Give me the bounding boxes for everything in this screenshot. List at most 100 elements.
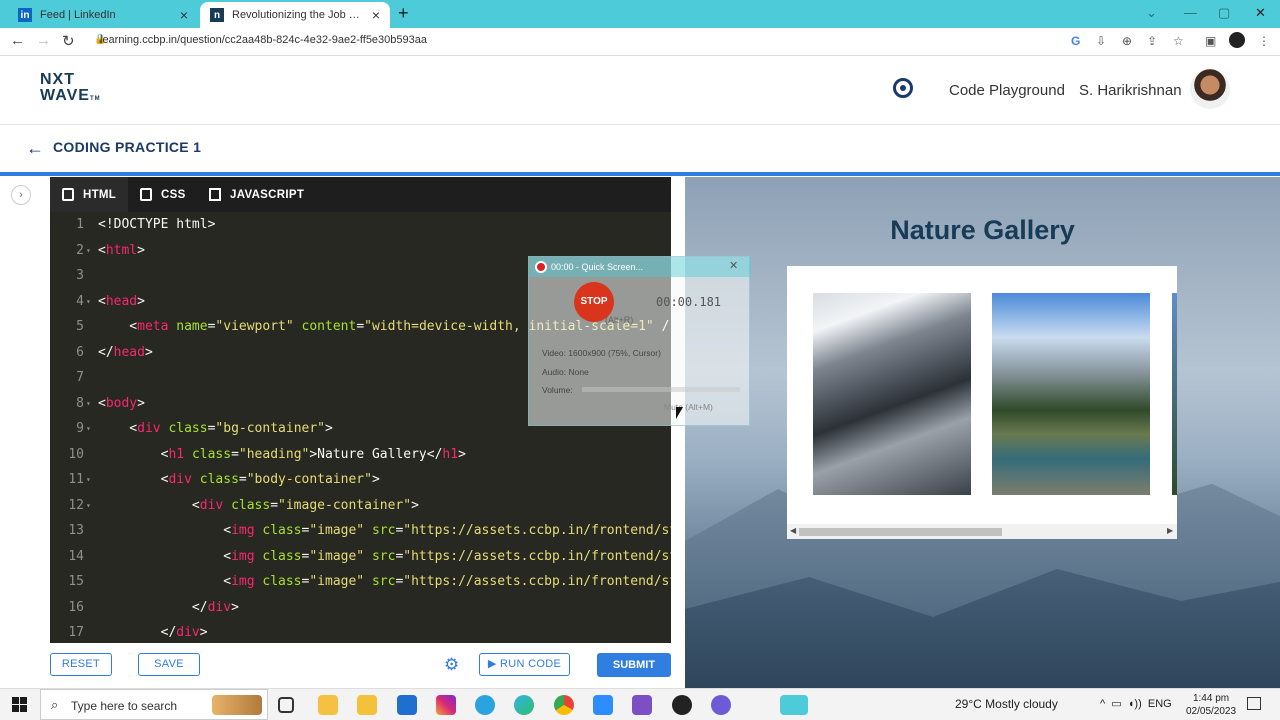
code-line: 11 ▾ <div class="body-container">	[68, 472, 380, 487]
tab-javascript[interactable]: JAVASCRIPT	[209, 177, 339, 212]
recording-time: 00:00.181	[656, 295, 722, 309]
recorder-title[interactable]: 00:00 - Quick Screen...	[529, 257, 751, 277]
task-view-icon[interactable]	[278, 697, 294, 713]
code-line: 1 <!DOCTYPE html>	[76, 217, 216, 232]
back-icon[interactable]: ←	[10, 32, 25, 49]
record-icon	[535, 261, 547, 273]
zoom-app-icon[interactable]	[593, 695, 613, 715]
file-explorer-icon[interactable]	[357, 695, 377, 715]
clock[interactable]: 1:44 pm 02/05/2023	[1186, 692, 1236, 718]
editor-tabs: HTML CSS JAVASCRIPT	[50, 177, 671, 212]
linkedin-icon: in	[18, 8, 32, 22]
install-icon[interactable]: ⇩	[1096, 34, 1106, 48]
page-title: CODING PRACTICE 1	[53, 139, 202, 155]
language-indicator[interactable]: ENG	[1148, 698, 1172, 710]
html5-icon	[62, 188, 74, 201]
chevron-down-icon[interactable]: ⌄	[1146, 5, 1157, 21]
instagram-icon[interactable]	[436, 695, 456, 715]
share-icon[interactable]: ⇪	[1147, 34, 1157, 48]
weather-widget[interactable]: 29°C Mostly cloudy	[955, 697, 1058, 711]
gear-icon[interactable]: ⚙	[444, 655, 459, 675]
edge-icon[interactable]	[514, 695, 534, 715]
mouse-cursor-icon	[676, 407, 683, 419]
expand-sidebar-button[interactable]: ›	[11, 185, 31, 205]
image-container[interactable]: ◀ ▶	[787, 266, 1177, 539]
reset-button[interactable]: RESET	[50, 653, 112, 676]
search-icon: ⌕	[51, 697, 59, 712]
close-icon[interactable]: ×	[180, 7, 188, 23]
screen-recorder-window[interactable]: 00:00 - Quick Screen... ✕ STOP (Alt+R) 0…	[528, 256, 751, 426]
gallery-image	[1172, 293, 1177, 495]
horizontal-scrollbar[interactable]: ◀ ▶	[787, 524, 1177, 539]
video-info: Video: 1600x900 (75%, Cursor)	[542, 348, 661, 358]
search-placeholder: Type here to search	[71, 699, 178, 713]
browser-tab-bar: in Feed | LinkedIn × n Revolutionizing t…	[0, 0, 1280, 28]
tab-active[interactable]: n Revolutionizing the Job Market | ×	[200, 2, 390, 28]
close-window-icon[interactable]: ✕	[1255, 5, 1266, 21]
js-file-icon	[209, 188, 221, 201]
url-input[interactable]: learning.ccbp.in/question/cc2aa48b-824c-…	[100, 34, 427, 46]
forward-icon[interactable]: →	[36, 32, 51, 49]
css3-icon	[140, 188, 152, 201]
close-icon[interactable]: ×	[372, 7, 380, 23]
profile-icon[interactable]	[1229, 32, 1245, 48]
logo-line2: WAVE	[40, 87, 90, 104]
store-icon[interactable]	[318, 695, 338, 715]
code-playground-link[interactable]: Code Playground	[949, 82, 1065, 99]
user-name[interactable]: S. Harikrishnan	[1079, 82, 1182, 99]
search-highlight-image	[212, 695, 262, 715]
logo-line1: NXT	[40, 71, 75, 88]
google-icon[interactable]: G	[1071, 34, 1080, 48]
zoom-icon[interactable]: ⊕	[1122, 34, 1132, 48]
back-arrow-icon[interactable]: ←	[26, 138, 44, 159]
recorder-taskbar-icon[interactable]	[780, 695, 808, 715]
output-preview[interactable]: Nature Gallery ◀ ▶	[685, 177, 1280, 688]
avatar[interactable]	[1190, 69, 1230, 109]
gallery-image	[813, 293, 971, 495]
chrome-icon[interactable]	[554, 695, 574, 715]
windows-start-icon[interactable]	[12, 697, 27, 712]
nxtwave-icon: n	[210, 8, 224, 22]
scroll-right-icon[interactable]: ▶	[1167, 526, 1173, 535]
maximize-icon[interactable]: ▢	[1218, 5, 1230, 21]
tab-linkedin[interactable]: in Feed | LinkedIn ×	[8, 2, 198, 28]
telegram-icon[interactable]	[475, 695, 495, 715]
logo[interactable]: NXT WAVETM	[40, 72, 101, 107]
obs-icon[interactable]	[672, 695, 692, 715]
visual-studio-icon[interactable]	[632, 695, 652, 715]
code-line: 15 <img class="image" src="https://asset…	[68, 574, 671, 589]
tab-css[interactable]: CSS	[140, 177, 200, 212]
scroll-left-icon[interactable]: ◀	[790, 526, 796, 535]
mail-icon[interactable]	[397, 695, 417, 715]
app-icon[interactable]	[711, 695, 731, 715]
code-line: 16 </div>	[68, 599, 239, 615]
gallery-heading: Nature Gallery	[890, 215, 1075, 245]
timer-icon[interactable]	[893, 78, 913, 98]
volume-label: Volume:	[542, 385, 573, 395]
code-line: 13 <img class="image" src="https://asset…	[68, 523, 671, 538]
mute-checkbox[interactable]: Mute (Alt+M)	[664, 402, 713, 412]
volume-slider[interactable]	[582, 387, 740, 392]
gallery-image	[992, 293, 1150, 495]
code-line: 12 ▾ <div class="image-container">	[68, 497, 419, 513]
scrollbar-thumb[interactable]	[799, 528, 1002, 536]
minimize-icon[interactable]: —	[1184, 5, 1197, 20]
code-line: 10 <h1 class="heading">Nature Gallery</h…	[68, 446, 466, 462]
tab-html-label: HTML	[83, 188, 117, 201]
submit-button[interactable]: SUBMIT	[597, 653, 671, 677]
reload-icon[interactable]: ↻	[62, 32, 75, 50]
new-tab-icon[interactable]: +	[398, 3, 409, 24]
run-code-button[interactable]: ▶ RUN CODE	[479, 653, 570, 676]
sidepanel-icon[interactable]: ▣	[1205, 34, 1216, 48]
close-icon[interactable]: ✕	[729, 259, 738, 272]
system-tray[interactable]: ^ ▭ ◖)) ENG	[1100, 697, 1172, 710]
menu-icon[interactable]: ⋮	[1258, 34, 1270, 48]
audio-info: Audio: None	[542, 367, 589, 377]
star-icon[interactable]: ☆	[1173, 34, 1184, 48]
stop-shortcut: (Alt+R)	[605, 315, 634, 325]
logo-tm: TM	[89, 96, 101, 102]
practice-header: ← CODING PRACTICE 1	[0, 126, 1280, 172]
notification-icon[interactable]	[1247, 697, 1261, 710]
tab-html[interactable]: HTML	[50, 177, 128, 212]
save-button[interactable]: SAVE	[138, 653, 200, 676]
